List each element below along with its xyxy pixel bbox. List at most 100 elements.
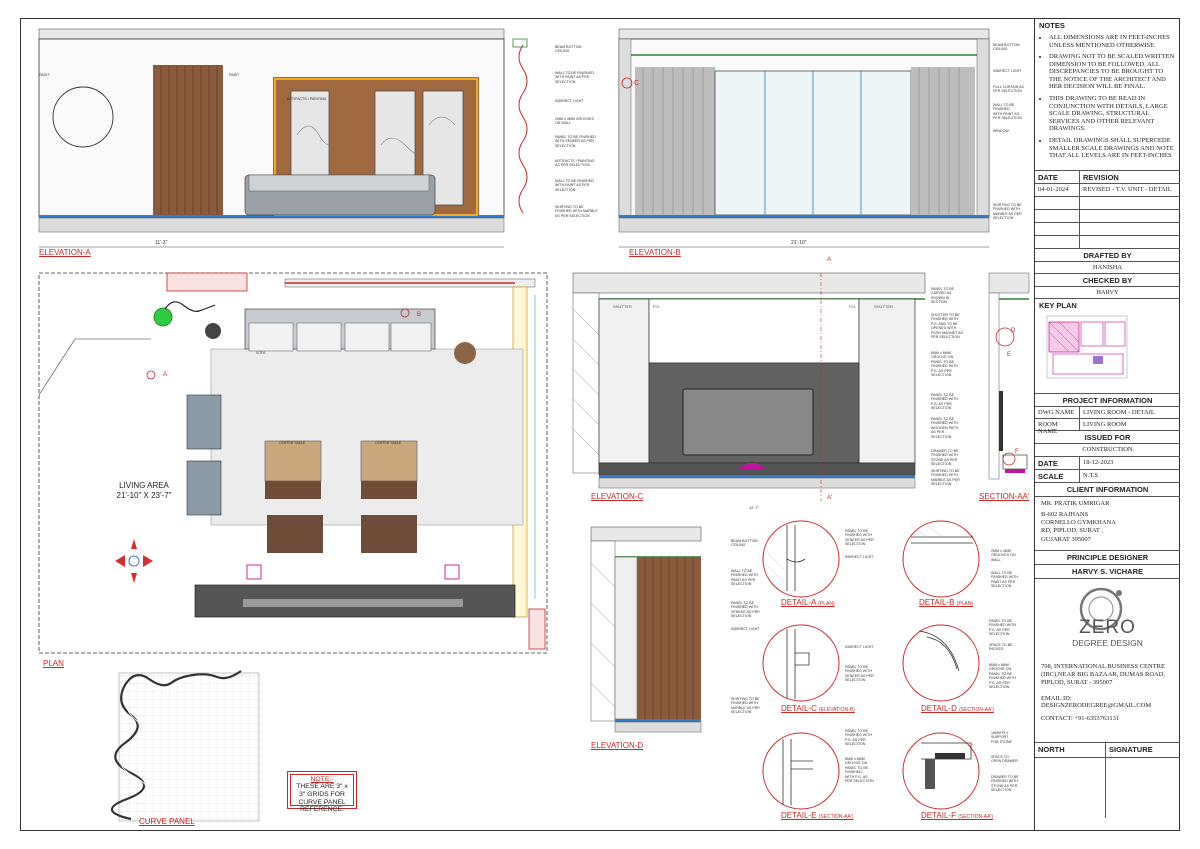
elevation-d-note-2: WALL TO BE FINISHED WITH PAINT AS PER SE…	[731, 569, 758, 587]
elevation-c-note-1: PANEL TO BE CARVED AS SHOWN IN SECTION	[931, 287, 955, 305]
detail-c-title-sub: (ELEVATION-B)	[819, 707, 855, 713]
north-label: NORTH	[1035, 743, 1106, 757]
plan-center-table-1: CENTER TABLE	[279, 441, 306, 445]
zero-degree-logo: ZERO DEGREE DESIGN	[1041, 583, 1174, 651]
curve-panel-drawing	[110, 670, 260, 822]
plan-room-name: LIVING AREA	[119, 481, 169, 490]
detail-b-note-1: 2MM x 4MM GROOVES ON WALL	[991, 549, 1016, 562]
section-marker-d: D	[1011, 328, 1016, 334]
note-item: ALL DIMENSIONS ARE IN FEET-INCHES UNLESS…	[1049, 34, 1176, 49]
north-signature-header: NORTH SIGNATURE	[1035, 743, 1180, 758]
key-plan-title: KEY PLAN	[1039, 301, 1077, 310]
curve-note-text: THESE ARE 3" x 3" GRIDS FOR CURVE PANEL …	[296, 783, 348, 814]
logo-sub-text: DEGREE DESIGN	[1072, 638, 1143, 648]
north-arrow-area	[1035, 758, 1106, 818]
curve-note-box: NOTE:- THESE ARE 3" x 3" GRIDS FOR CURVE…	[287, 771, 357, 813]
elevation-a-note-7: WALL TO BE FINISHED WITH PAINT AS PER SE…	[555, 179, 594, 192]
notes-section: NOTES ALL DIMENSIONS ARE IN FEET-INCHES …	[1035, 19, 1180, 171]
detail-d-title: DETAIL-D (SECTION-AA')	[921, 704, 994, 713]
client-name: MR. PRATIK UMRIGAR	[1041, 500, 1110, 507]
plan-marker-b: B	[417, 312, 422, 318]
detail-a-title-main: DETAIL-A	[781, 598, 816, 607]
elevation-a-note-8: SKIRTING TO BE FINISHED WITH MARBLE AS P…	[555, 205, 598, 218]
detail-c-title: DETAIL-C (ELEVATION-B)	[781, 704, 855, 713]
elevation-c-marker-a-bottom: A'	[827, 495, 833, 501]
detail-e-title: DETAIL-E (SECTION-AA')	[781, 811, 854, 820]
notes-list: ALL DIMENSIONS ARE IN FEET-INCHES UNLESS…	[1035, 32, 1180, 166]
room-name: LIVING ROOM	[1083, 421, 1127, 428]
revision-date-header: DATE	[1035, 171, 1080, 183]
detail-f-note-3: DRAWER TO BE FINISHED WITH STONE AS PER …	[991, 775, 1019, 793]
elevation-b-marker-c: C	[634, 80, 640, 87]
detail-a-note-1: PANEL TO BE FINISHED WITH VENEER AS PER …	[845, 529, 874, 547]
section-aa-drawing	[988, 272, 1030, 480]
issue-date: 18-12-2023	[1083, 459, 1114, 466]
email-label: EMAIL ID:	[1041, 695, 1072, 703]
scale: N.T.S	[1083, 472, 1099, 479]
note-item: DRAWING NOT TO BE SCALED.WRITTEN DIMENSI…	[1049, 53, 1176, 91]
detail-d-note-2: SPACE TO BE PACKED	[989, 643, 1013, 652]
detail-e-title-main: DETAIL-E	[781, 811, 817, 820]
elevation-b-dim-total: 21'-10"	[791, 240, 807, 246]
scale-row: SCALE N.T.S	[1035, 470, 1180, 483]
elevation-d-title: ELEVATION-D	[591, 741, 644, 750]
section-marker-f: F	[1015, 449, 1019, 455]
elevation-a-drawing: 11'-3"	[38, 28, 528, 248]
plan-title: PLAN	[43, 659, 64, 668]
elevation-b-drawing: 21'-10"	[618, 28, 990, 248]
checked-by-label: CHECKED BY	[1035, 274, 1180, 287]
drawing-area: 11'-3" PAINT PAINT ARTIFACTS / PAINTING …	[21, 19, 1033, 830]
curve-note-title: NOTE:-	[310, 776, 334, 783]
date-label: DATE	[1035, 457, 1080, 469]
elevation-c-shutter-right: SHUTTER	[874, 304, 893, 309]
email[interactable]: DESIGNZERODEGREE@GMAIL.COM	[1041, 702, 1174, 709]
drafted-by: HANISHA	[1035, 262, 1180, 274]
elevation-a-paint-label-2: PAINT	[229, 73, 240, 77]
detail-a-note-2: INDIRECT LIGHT	[845, 555, 874, 559]
dwg-name-row: DWG NAME LIVING ROOM - DETAIL	[1035, 407, 1180, 419]
elevation-d-drawing	[590, 526, 702, 733]
elevation-a-note-2: WALL TO BE FINISHED WITH PAINT AS PER SE…	[555, 71, 594, 84]
detail-b-title-sub: (PLAN)	[956, 601, 974, 607]
elevation-c-note-5: PANEL TO BE FINISHED WITH WOODEN PATTI A…	[931, 417, 959, 439]
principle-designer-label: PRINCIPLE DESIGNER	[1035, 551, 1180, 565]
revision-empty-row	[1035, 197, 1180, 210]
project-info-title: PROJECT INFORMATION	[1035, 394, 1180, 407]
detail-f-title-main: DETAIL-F	[921, 811, 956, 820]
elevation-c-pg-right: P.G.	[849, 304, 857, 309]
detail-b-title: DETAIL-B (PLAN)	[919, 598, 973, 607]
key-plan-section: KEY PLAN	[1035, 299, 1180, 394]
elevation-d-note-3: PANEL TO BE FINISHED WITH VENEER AS PER …	[731, 601, 760, 619]
detail-f-title-sub: (SECTION-AA')	[958, 814, 994, 820]
detail-c-title-main: DETAIL-C	[781, 704, 817, 713]
detail-e-note-2: 6MM x 6MM GROOVE ON PANEL TO BE FINISHED…	[845, 757, 874, 784]
elevation-a-note-3: INDIRECT LIGHT	[555, 99, 584, 103]
elevation-b-note-6: SKIRTING TO BE FINISHED WITH MARBLE AS P…	[993, 203, 1022, 221]
elevation-a-title: ELEVATION-A	[39, 248, 91, 257]
contact: CONTACT: +91-6353763131	[1041, 715, 1120, 723]
elevation-a-dim-total: 11'-3"	[155, 240, 168, 246]
elevation-c-note-3: 6MM x 6MM GROOVE ON PANEL TO BE FINISHED…	[931, 351, 958, 378]
plan-drawing	[38, 272, 548, 654]
elevation-b-note-3: FULL CURTAIN AS PER SELECTION	[993, 85, 1024, 94]
drawing-sheet: 11'-3" PAINT PAINT ARTIFACTS / PAINTING …	[20, 18, 1180, 831]
signature-label: SIGNATURE	[1109, 745, 1153, 754]
dwg-name-label: DWG NAME	[1035, 407, 1080, 418]
client-address: B-602 RAJHANS CORNELLO GYMKHANA RD, PIPL…	[1041, 511, 1116, 543]
detail-f-title: DETAIL-F (SECTION-AA')	[921, 811, 993, 820]
revision-text: REVISED - T.V. UNIT - DETAIL	[1083, 186, 1172, 193]
note-item: DETAIL DRAWINGS SHALL SUPERCEDE SMALLER …	[1049, 137, 1176, 160]
elevation-d-note-5: SKIRTING TO BE FINISHED WITH MARBLE AS P…	[731, 697, 760, 715]
elevation-c-note-2: SHUTTER TO BE FINISHED WITH P.G. AND TO …	[931, 313, 963, 340]
curve-panel-title: CURVE PANEL	[139, 817, 195, 826]
elevation-c-pg-left: P.G.	[653, 304, 661, 309]
office-address: 708, INTERNATIONAL BUSINESS CENTRE (IBC)…	[1041, 663, 1166, 687]
title-block: NOTES ALL DIMENSIONS ARE IN FEET-INCHES …	[1034, 19, 1180, 830]
detail-a-title: DETAIL-A (PLAN)	[781, 598, 835, 607]
detail-b-title-main: DETAIL-B	[919, 598, 955, 607]
elevation-c-note-7: SKIRTING TO BE FINISHED WITH MARBLE AS P…	[931, 469, 960, 487]
revision-row: 04-01-2024 REVISED - T.V. UNIT - DETAIL	[1035, 184, 1180, 197]
detail-a-title-sub: (PLAN)	[818, 601, 835, 607]
revision-empty-row	[1035, 223, 1180, 236]
key-plan-map	[1046, 315, 1128, 379]
